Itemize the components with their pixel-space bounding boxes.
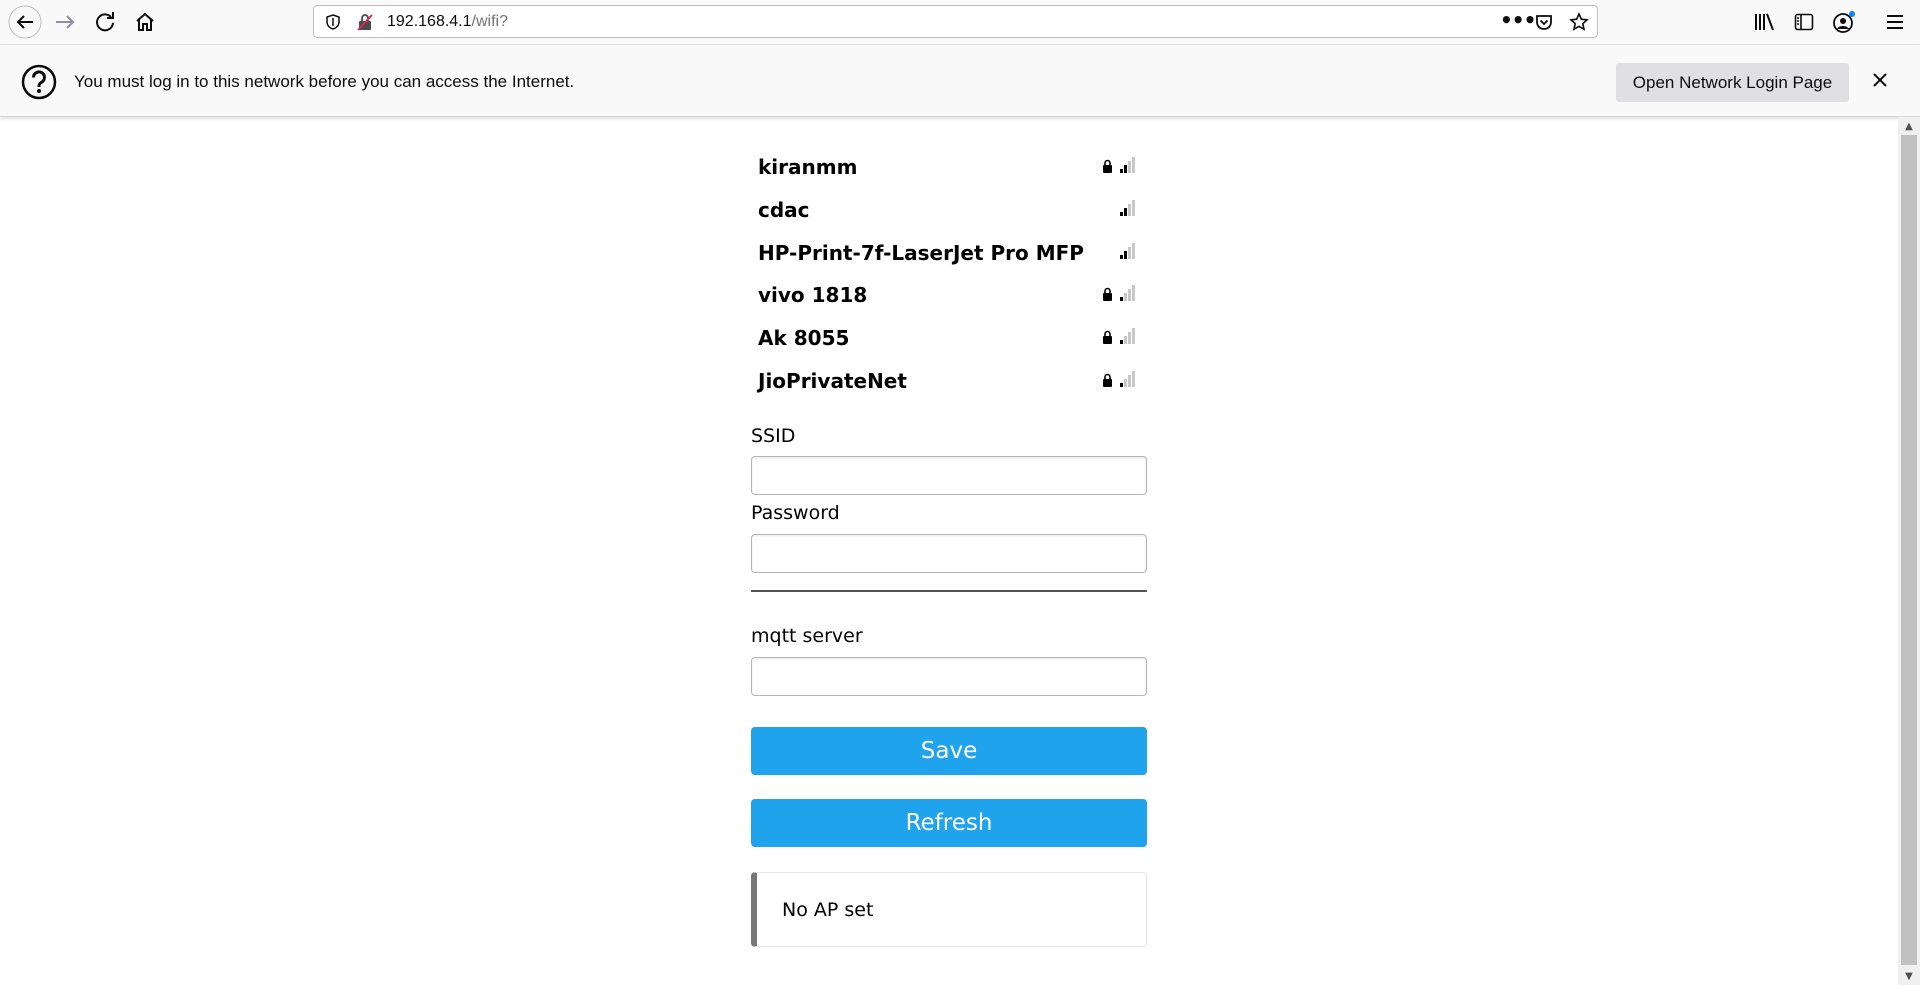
network-item[interactable]: Ak 8055 [758,318,1138,354]
captive-portal-notification: You must log in to this network before y… [0,45,1920,117]
close-icon [1873,73,1887,87]
locked-signal-icon [1103,285,1135,301]
notification-message: You must log in to this network before y… [74,72,575,91]
network-name[interactable]: JioPrivateNet [758,369,907,393]
sidebar-icon[interactable] [1794,12,1814,32]
open-network-login-button[interactable]: Open Network Login Page [1616,63,1849,102]
network-name[interactable]: cdac [758,198,810,222]
url-bar[interactable]: 192.168.4.1/wifi? ••• [313,5,1598,38]
status-message: No AP set [782,899,874,921]
scroll-up-arrow[interactable]: ▲ [1898,117,1920,135]
status-message-box: No AP set [751,872,1147,947]
refresh-button[interactable]: Refresh [751,799,1147,847]
locked-signal-icon [1103,328,1135,344]
back-arrow-icon [8,5,42,39]
locked-signal-icon [1103,371,1135,387]
forward-arrow-icon [56,15,75,29]
browser-toolbar: 192.168.4.1/wifi? ••• [0,0,1920,45]
network-item[interactable]: cdac [758,190,1138,226]
question-icon [21,64,57,100]
home-button[interactable] [126,4,164,40]
page-scrollbar[interactable]: ▲ ▼ [1898,117,1920,985]
url-text[interactable]: 192.168.4.1/wifi? [387,13,508,31]
insecure-lock-icon[interactable] [356,13,374,31]
library-icon[interactable] [1754,12,1776,32]
signal-icon [1120,200,1135,216]
notification-close-button[interactable] [1866,66,1894,94]
url-path: /wifi? [471,13,508,30]
page-actions-icon[interactable]: ••• [1500,8,1536,32]
network-name[interactable]: vivo 1818 [758,283,867,307]
forward-button[interactable] [46,4,84,40]
menu-icon[interactable] [1885,12,1905,32]
form-divider [751,590,1147,592]
mqtt-server-input[interactable] [751,657,1147,696]
scroll-down-arrow[interactable]: ▼ [1898,967,1920,985]
shield-icon[interactable] [325,14,341,30]
network-name[interactable]: HP-Print-7f-LaserJet Pro MFP [758,241,1084,265]
ssid-label: SSID [751,425,796,447]
back-button[interactable] [6,4,44,40]
network-name[interactable]: Ak 8055 [758,326,849,350]
network-item[interactable]: vivo 1818 [758,275,1138,311]
bookmark-star-icon[interactable] [1569,12,1589,32]
password-input[interactable] [751,534,1147,573]
url-host: 192.168.4.1 [387,13,472,30]
account-icon[interactable] [1832,10,1856,34]
scroll-thumb[interactable] [1901,135,1917,965]
signal-icon [1120,243,1135,259]
network-item[interactable]: HP-Print-7f-LaserJet Pro MFP [758,233,1138,269]
network-name[interactable]: kiranmm [758,155,857,179]
save-button[interactable]: Save [751,727,1147,775]
reload-button[interactable] [86,4,124,40]
password-label: Password [751,502,840,524]
network-item[interactable]: kiranmm [758,147,1138,183]
home-icon [136,12,154,31]
reload-icon [96,12,114,32]
ssid-input[interactable] [751,456,1147,495]
network-item[interactable]: JioPrivateNet [758,361,1138,397]
mqtt-server-label: mqtt server [751,625,863,647]
pocket-icon[interactable] [1535,13,1553,31]
locked-signal-icon [1103,157,1135,173]
